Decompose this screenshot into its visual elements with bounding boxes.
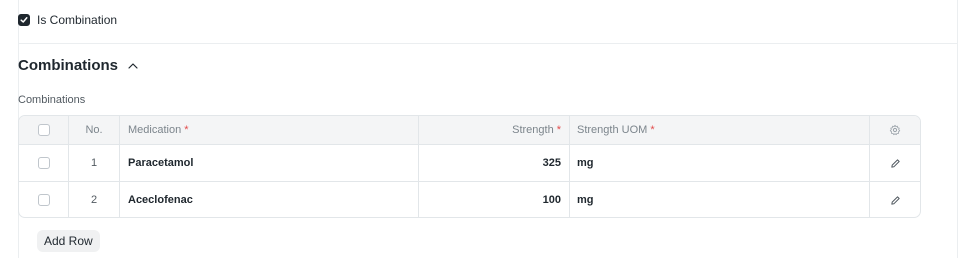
table-row[interactable]: 1 Paracetamol 325 mg [19, 145, 920, 182]
header-no: No. [69, 116, 120, 144]
row-edit-cell [870, 182, 920, 217]
header-medication: Medication * [120, 116, 419, 144]
header-medication-label: Medication [128, 124, 182, 136]
row-edit-cell [870, 145, 920, 181]
row-check-cell [19, 182, 69, 217]
pencil-icon[interactable] [890, 158, 901, 169]
combinations-section-header[interactable]: Combinations [18, 57, 138, 74]
combinations-field-label: Combinations [18, 94, 86, 106]
row-no: 2 [69, 182, 120, 217]
chevron-up-icon[interactable] [128, 62, 138, 69]
required-marker: * [184, 124, 189, 136]
header-strength-uom: Strength UOM * [570, 116, 870, 144]
medication-cell[interactable]: Aceclofenac [120, 182, 419, 217]
checkmark-icon [20, 17, 28, 23]
required-marker: * [556, 124, 561, 136]
is-combination-checkbox[interactable] [18, 14, 30, 26]
is-combination-section [19, 0, 957, 44]
is-combination-label: Is Combination [37, 13, 118, 27]
strength-cell[interactable]: 325 [419, 145, 570, 181]
row-check-cell [19, 145, 69, 181]
header-check-cell [19, 116, 69, 144]
gear-icon[interactable] [889, 124, 901, 136]
select-all-checkbox[interactable] [37, 124, 50, 136]
table-header-row: No. Medication * Strength * Strength UOM * [19, 116, 920, 145]
pencil-icon[interactable] [890, 195, 901, 206]
header-settings-cell [870, 116, 920, 144]
header-strength: Strength * [419, 116, 570, 144]
is-combination-field[interactable]: Is Combination [18, 13, 117, 27]
section-title: Combinations [18, 57, 118, 74]
add-row-button[interactable]: Add Row [37, 230, 100, 252]
header-strength-uom-label: Strength UOM [577, 124, 648, 136]
combinations-table: No. Medication * Strength * Strength UOM * … [18, 115, 921, 218]
row-checkbox[interactable] [37, 157, 50, 169]
row-no: 1 [69, 145, 120, 181]
strength-uom-cell[interactable]: mg [570, 145, 870, 181]
required-marker: * [650, 124, 655, 136]
medication-cell[interactable]: Paracetamol [120, 145, 419, 181]
header-strength-label: Strength [512, 124, 554, 136]
table-row[interactable]: 2 Aceclofenac 100 mg [19, 182, 920, 217]
strength-cell[interactable]: 100 [419, 182, 570, 217]
row-checkbox[interactable] [37, 194, 50, 206]
strength-uom-cell[interactable]: mg [570, 182, 870, 217]
